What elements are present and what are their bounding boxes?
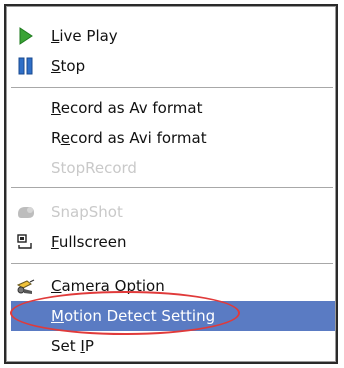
menu-item-label: Fullscreen [51,233,127,251]
camera-icon [15,202,37,222]
menu-item-label: Record as Av format [51,99,203,117]
pause-icon [15,56,37,76]
menu-item-label: Stop [51,57,86,75]
menu-item-snapshot: SnapShot [11,197,335,227]
menu-item-label: SnapShot [51,203,123,221]
context-menu: Live Play Stop Record as Av format Recor… [4,4,338,364]
menu-item-label: Motion Detect Setting [51,307,216,325]
context-menu-inner: Live Play Stop Record as Av format Recor… [6,6,336,362]
menu-item-set-ip[interactable]: Set IP [11,331,335,361]
menu-item-label: StopRecord [51,159,137,177]
menu-separator [11,263,333,265]
menu-item-record-av[interactable]: Record as Av format [11,93,335,123]
fullscreen-icon [15,232,37,252]
menu-item-camera-option[interactable]: Camera Option [11,271,335,301]
menu-item-motion-detect-setting[interactable]: Motion Detect Setting [11,301,335,331]
menu-item-label: Record as Avi format [51,129,207,147]
menu-item-record-avi[interactable]: Record as Avi format [11,123,335,153]
menu-item-stop-record: StopRecord [11,153,335,183]
menu-separator [11,87,333,89]
menu-item-label: Set IP [51,337,94,355]
menu-item-label: Live Play [51,27,118,45]
menu-separator [11,187,333,189]
menu-item-label: Camera Option [51,277,165,295]
menu-item-fullscreen[interactable]: Fullscreen [11,227,335,257]
play-icon [15,26,37,46]
menu-item-stop[interactable]: Stop [11,51,335,81]
menu-item-live-play[interactable]: Live Play [11,21,335,51]
camera-option-icon [15,276,37,296]
